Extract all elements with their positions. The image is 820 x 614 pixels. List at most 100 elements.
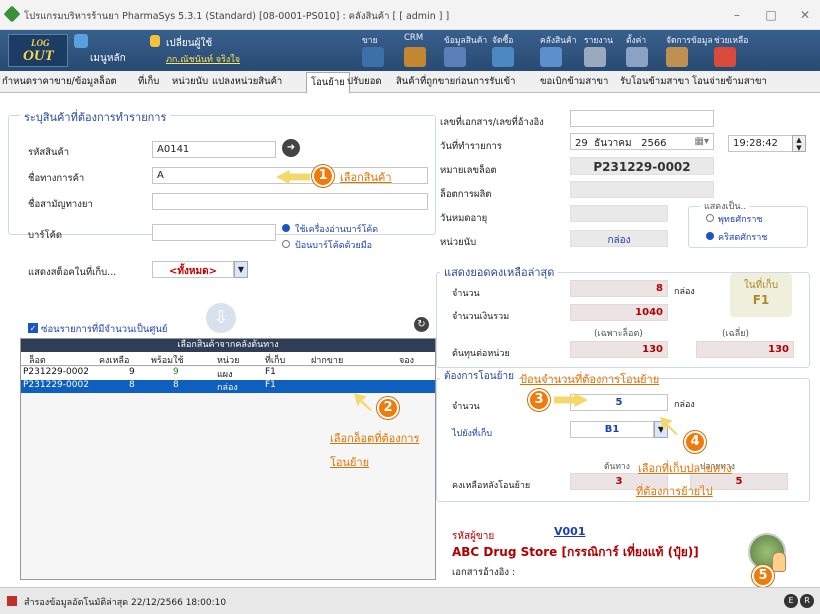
tab-6[interactable]: สินค้าที่ถูกขายก่อนการรับเข้า [396, 74, 516, 89]
vendor-code-label: รหัสผู้ขาย [452, 531, 495, 542]
maximize-button[interactable]: □ [756, 6, 786, 24]
table-cell: 9 [129, 367, 135, 377]
destination-select[interactable]: B1 [570, 421, 654, 438]
window-title: โปรแกรมบริหารร้านยา PharmaSys 5.3.1 (Sta… [24, 11, 450, 22]
toolbar-item-4[interactable]: คลังสินค้า [540, 33, 577, 47]
table-row[interactable]: P231229-0002 9 9 แผง F1 [21, 367, 435, 380]
date-picker[interactable]: 29 ธันวาคม 2566 ▦▾ [570, 133, 714, 150]
generic-name-input[interactable] [152, 193, 428, 210]
tab-5[interactable]: ปรับยอด [347, 74, 382, 89]
down-arrow-icon: ⇩ [206, 303, 236, 333]
grid-header-0[interactable]: ล็อต [29, 353, 46, 367]
table-row[interactable]: P231229-0002 8 8 กล่อง F1 [21, 380, 435, 393]
transfer-qty-input[interactable]: 5 [570, 394, 668, 411]
lot-number-display: P231229-0002 [570, 157, 714, 175]
tab-9[interactable]: โอนจ่ายข้ามสาขา [692, 74, 767, 89]
change-user-button[interactable]: เปลี่ยนผู้ใช้ [166, 36, 212, 51]
chevron-down-icon[interactable]: ▼ [234, 261, 248, 278]
callout-4-text-b: ที่ต้องการย้ายไป [636, 485, 713, 498]
lot-only-label: (เฉพาะล็อต) [594, 329, 643, 339]
minimize-button[interactable]: – [722, 6, 752, 24]
average-label: (เฉลี่ย) [722, 329, 750, 339]
unit-cost-label: ต้นทุนต่อหน่วย [452, 349, 510, 359]
home-button[interactable]: เมนูหลัก [90, 51, 126, 66]
vendor-name: ABC Drug Store [กรรณิการ์ เที่ยงแท้ (ปุ๋… [452, 545, 699, 559]
toolbar-item-5[interactable]: รายงาน [584, 33, 613, 47]
time-spinner[interactable]: ▲ ▼ [792, 135, 806, 152]
lot-number-label: หมายเลขล็อต [440, 165, 497, 176]
grid-header-3[interactable]: หน่วย [217, 353, 239, 367]
callout-3-text: ป้อนจำนวนที่ต้องการโอนย้าย [520, 373, 660, 386]
e-icon[interactable]: E [784, 594, 798, 608]
date-label: วันที่ทำรายการ [440, 141, 502, 152]
toolbar-item-6[interactable]: ตั้งค่า [626, 33, 646, 47]
toolbar-item-0[interactable]: ขาย [362, 33, 378, 47]
balance-qty: 8 [570, 280, 668, 297]
era-legend: แสดงเป็น.. [700, 199, 751, 213]
toolbar-item-8[interactable]: ช่วยเหลือ [714, 33, 748, 47]
pointer-hand-icon [772, 552, 786, 572]
christian-era-label: คริสตศักราช [718, 233, 768, 243]
expiry-label: วันหมดอายุ [440, 213, 488, 224]
callout-1-text: เลือกสินค้า [340, 171, 392, 184]
toolbar-item-1[interactable]: CRM [404, 33, 423, 43]
home-icon [74, 34, 88, 48]
callout-5: 5 [752, 565, 774, 587]
logout-button[interactable]: LOG OUT [8, 34, 68, 67]
storage-badge-code: F1 [752, 293, 770, 307]
toolbar-item-icon [444, 47, 466, 67]
r-icon[interactable]: R [800, 594, 814, 608]
radio-manual[interactable] [282, 240, 290, 248]
tab-8[interactable]: รับโอนข้ามสาขา [620, 74, 690, 89]
grid-header-4[interactable]: ที่เก็บ [265, 353, 285, 367]
reference-doc-label: เอกสารอ้างอิง : [452, 567, 516, 578]
table-cell: 8 [129, 380, 135, 390]
radio-christian-era[interactable] [706, 232, 714, 240]
tab-4[interactable]: โอนย้าย [306, 72, 350, 93]
toolbar-item-icon [492, 47, 514, 67]
doc-number-label: เลขที่เอกสาร/เลขที่อ้างอิง [440, 117, 544, 128]
grid-header-2[interactable]: พร้อมใช้ [151, 353, 184, 367]
tab-2[interactable]: หน่วยนับ [172, 74, 208, 89]
toolbar-item-icon [584, 47, 606, 67]
generic-name-label: ชื่อสามัญทางยา [28, 199, 93, 210]
storage-badge: ในที่เก็บ F1 [730, 273, 792, 317]
toolbar-item-7[interactable]: จัดการข้อมูล [666, 33, 713, 47]
toolbar-item-icon [714, 47, 736, 67]
barcode-input[interactable] [152, 224, 276, 241]
table-cell: แผง [217, 370, 233, 380]
tab-3[interactable]: แปลงหน่วยสินค้า [212, 74, 282, 89]
toolbar-item-2[interactable]: ข้อมูลสินค้า [444, 33, 487, 47]
radio-buddhist-era[interactable] [706, 214, 714, 222]
mfg-lot-display [570, 181, 714, 198]
calendar-icon: ▦▾ [694, 136, 709, 147]
product-panel-legend: ระบุสินค้าที่ต้องการทำรายการ [20, 108, 171, 126]
close-button[interactable]: ✕ [790, 6, 820, 24]
callout-1: 1 [312, 165, 334, 187]
date-day: 29 [575, 138, 588, 149]
tab-bar: กำหนดราคาขาย/ข้อมูลล็อต ที่เก็บ หน่วยนับ แป… [0, 71, 820, 93]
table-cell: กล่อง [217, 383, 238, 393]
product-code-input[interactable]: A0141 [152, 141, 276, 158]
radio-scanner[interactable] [282, 224, 290, 232]
after-transfer-label: คงเหลือหลังโอนย้าย [452, 481, 531, 491]
hide-zero-checkbox[interactable]: ✓ [28, 323, 38, 333]
tab-1[interactable]: ที่เก็บ [138, 74, 159, 89]
tab-0[interactable]: กำหนดราคาขาย/ข้อมูลล็อต [2, 74, 117, 89]
search-product-button[interactable]: ➜ [282, 139, 300, 157]
transfer-qty-label: จำนวน [452, 402, 480, 412]
grid-header-5[interactable]: ฝากขาย [311, 353, 343, 367]
stock-location-select[interactable]: <ทั้งหมด> [152, 261, 234, 278]
lot-grid-header: ล็อต คงเหลือ พร้อมใช้ หน่วย ที่เก็บ ฝากขาย จอง [21, 352, 435, 366]
toolbar-item-3[interactable]: จัดซื้อ [492, 33, 513, 47]
vendor-code-link[interactable]: V001 [554, 525, 585, 538]
callout-4-text-a: เลือกที่เก็บปลายทาง [638, 462, 732, 475]
radio-scanner-label: ใช้เครื่องอ่านบาร์โค้ด [295, 225, 379, 235]
grid-header-1[interactable]: คงเหลือ [99, 353, 129, 367]
radio-manual-label: ป้อนบาร์โค้ดด้วยมือ [295, 241, 373, 251]
doc-number-input[interactable] [570, 110, 714, 127]
refresh-icon[interactable]: ↻ [414, 317, 429, 332]
user-name-link[interactable]: ภก.ณัชนันท์ จริงใจ [166, 52, 240, 66]
tab-7[interactable]: ขอเบิกข้ามสาขา [540, 74, 608, 89]
grid-header-6[interactable]: จอง [399, 353, 414, 367]
